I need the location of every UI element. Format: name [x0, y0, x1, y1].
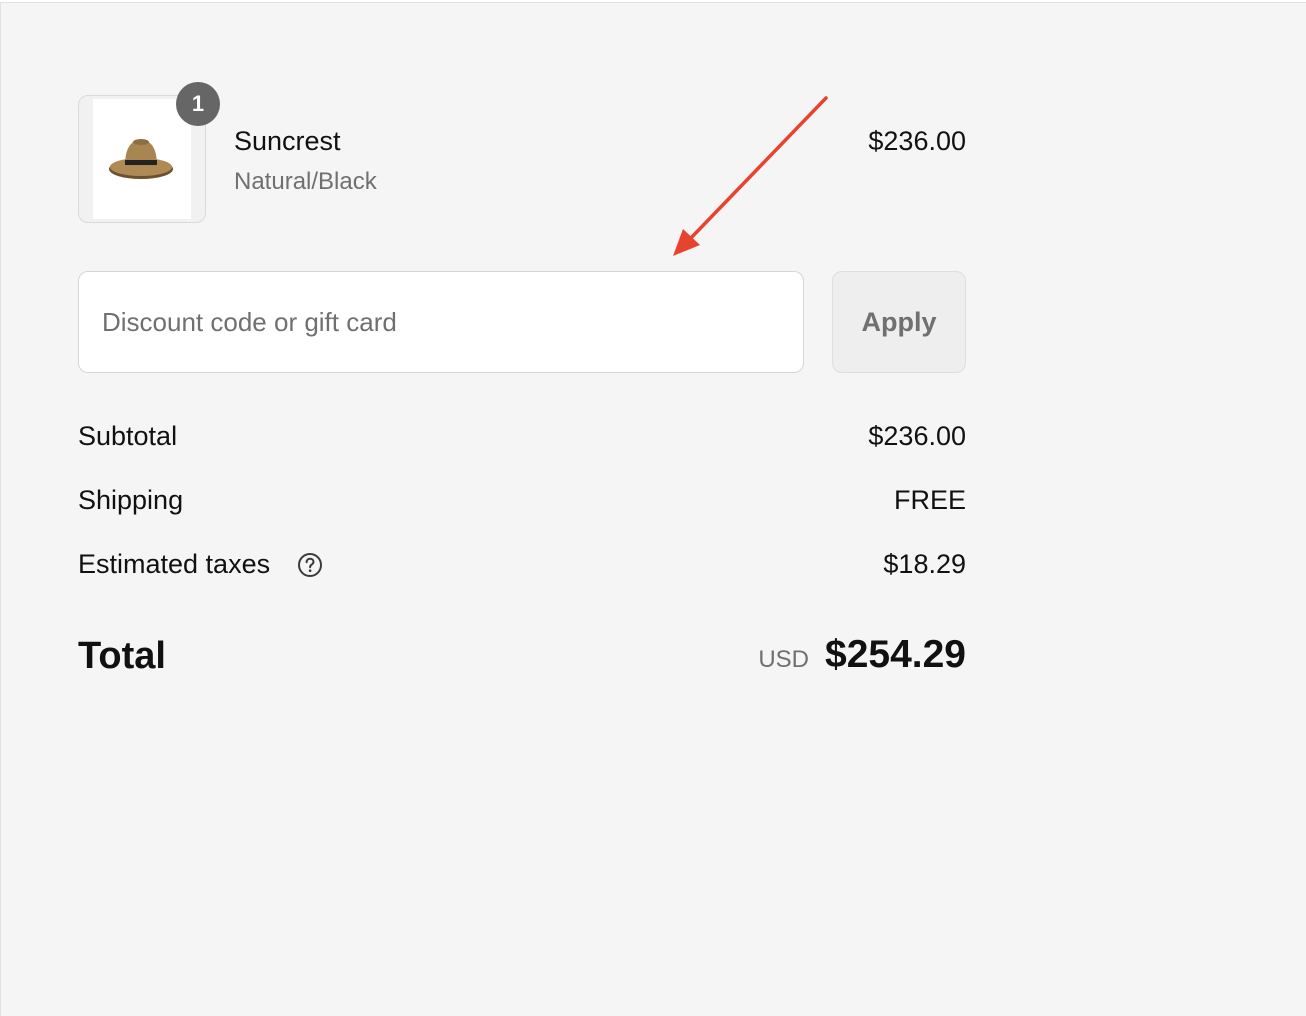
shipping-row: Shipping FREE	[78, 485, 966, 521]
product-name: Suncrest	[234, 126, 341, 156]
taxes-row: Estimated taxes $18.29	[78, 549, 966, 585]
total-amount-group: USD $254.29	[758, 633, 966, 677]
subtotal-label: Subtotal	[78, 421, 178, 451]
product-thumbnail: 1	[78, 82, 220, 223]
product-variant: Natural/Black	[234, 168, 377, 195]
line-item: 1 Suncrest Natural/Black $236.00	[78, 82, 966, 225]
currency-code: USD	[758, 646, 810, 673]
shipping-value: FREE	[893, 485, 966, 515]
order-summary-panel: 1 Suncrest Natural/Black $236.00 Apply S…	[0, 2, 1306, 1016]
product-price: $236.00	[868, 126, 966, 156]
discount-code-input[interactable]	[78, 271, 804, 373]
taxes-value: $18.29	[883, 549, 966, 579]
subtotal-value: $236.00	[868, 421, 966, 451]
subtotal-row: Subtotal $236.00	[78, 421, 966, 457]
taxes-label: Estimated taxes	[78, 549, 271, 579]
total-label: Total	[78, 635, 166, 677]
question-circle-icon[interactable]	[297, 552, 323, 578]
shipping-label: Shipping	[78, 485, 184, 515]
total-row: Total USD $254.29	[78, 633, 966, 685]
total-amount: $254.29	[825, 633, 966, 676]
apply-button[interactable]: Apply	[832, 271, 966, 373]
quantity-badge: 1	[176, 82, 220, 126]
hat-icon	[109, 139, 173, 179]
